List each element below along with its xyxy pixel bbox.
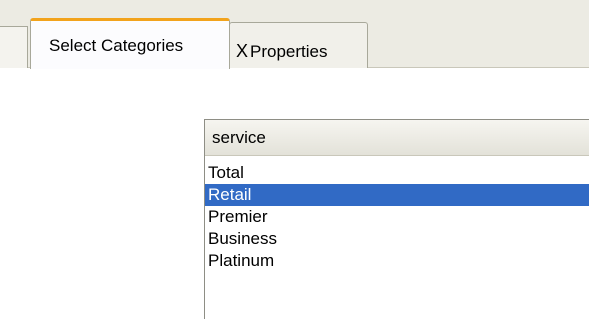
list-column-header[interactable]: service <box>205 120 589 156</box>
list-item-total[interactable]: Total <box>205 162 589 184</box>
tab-select-categories-label: Select Categories <box>49 36 184 55</box>
list-item-platinum[interactable]: Platinum <box>205 250 589 272</box>
tab-select-categories[interactable]: Select Categories <box>30 18 230 69</box>
list-item-business[interactable]: Business <box>205 228 589 250</box>
tab-bar: Select Categories X Properties <box>0 0 589 69</box>
list-items: Total Retail Premier Business Platinum <box>205 156 589 272</box>
list-item-premier[interactable]: Premier <box>205 206 589 228</box>
list-item-retail[interactable]: Retail <box>205 184 589 206</box>
tab-properties-label: Properties <box>250 42 328 61</box>
tab-properties[interactable]: X Properties <box>229 22 368 68</box>
service-listbox[interactable]: service Total Retail Premier Business Pl… <box>204 119 589 319</box>
list-column-header-label: service <box>212 128 266 147</box>
tab-previous[interactable] <box>0 26 28 68</box>
x-mark-icon: X <box>236 41 249 61</box>
